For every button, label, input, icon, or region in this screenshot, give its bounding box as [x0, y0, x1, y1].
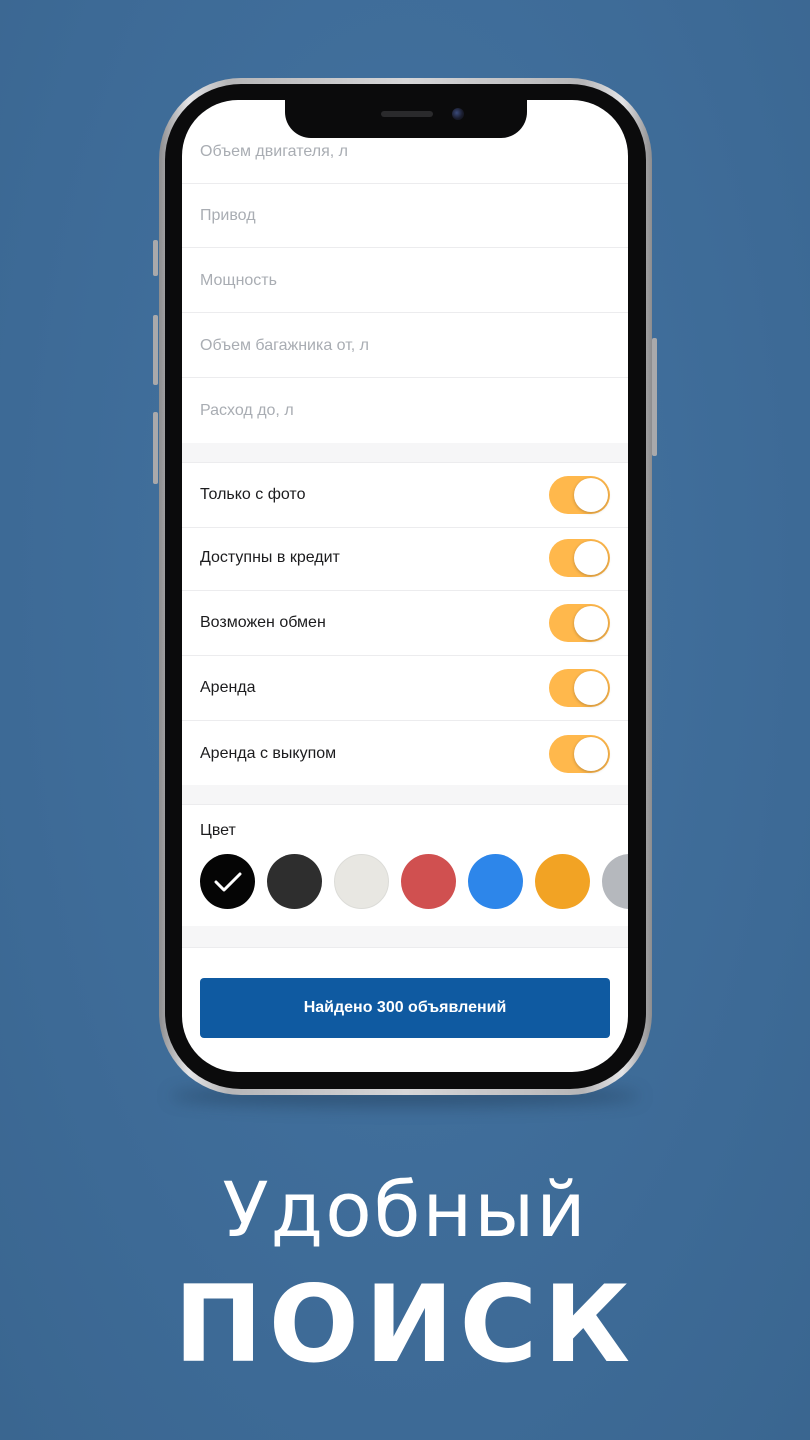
engine-volume-label: Объем двигателя, л — [200, 142, 348, 160]
color-swatch-white[interactable] — [334, 854, 389, 909]
toggle-label-rent-buyout: Аренда с выкупом — [200, 744, 337, 762]
toggle-knob — [574, 736, 608, 771]
phone-notch — [285, 100, 527, 138]
power-button — [652, 338, 657, 456]
toggle-label-rent: Аренда — [200, 679, 256, 696]
color-swatch-dark-gray[interactable] — [267, 854, 322, 909]
checkmark-icon — [214, 872, 242, 892]
section-divider — [182, 443, 628, 463]
consumption-label: Расход до, л — [200, 402, 294, 419]
trunk-volume-label: Объем багажника от, л — [200, 336, 369, 354]
photo-only-toggle[interactable] — [549, 476, 610, 514]
toggle-label-credit: Доступны в кредит — [200, 549, 340, 566]
toggle-knob — [574, 478, 608, 512]
toggle-knob — [574, 606, 608, 640]
exchange-toggle[interactable] — [549, 604, 610, 642]
toggle-row-rent-buyout: Аренда с выкупом — [182, 721, 628, 786]
toggle-knob — [574, 541, 608, 575]
color-swatch-red[interactable] — [401, 854, 456, 909]
filter-screen: Объем двигателя, л Привод Мощность Объем… — [182, 100, 628, 1072]
color-swatch-orange[interactable] — [535, 854, 590, 909]
camera-icon — [452, 108, 464, 120]
show-results-button[interactable]: Найдено 300 объявлений — [200, 978, 610, 1038]
toggle-label-exchange: Возможен обмен — [200, 614, 326, 631]
toggle-row-credit: Доступны в кредит — [182, 526, 628, 591]
mute-switch — [153, 240, 158, 276]
toggle-knob — [574, 671, 608, 705]
credit-toggle[interactable] — [549, 539, 610, 577]
color-swatch-blue[interactable] — [468, 854, 523, 909]
promo-headline-line1: Удобный — [222, 1165, 588, 1254]
consumption-field[interactable]: Расход до, л — [182, 379, 628, 443]
power-label: Мощность — [200, 271, 277, 289]
volume-down-button — [153, 412, 158, 484]
trunk-volume-field[interactable]: Объем багажника от, л — [182, 314, 628, 378]
color-swatch-black[interactable] — [200, 854, 255, 909]
speaker-grille — [381, 111, 433, 117]
color-section-title: Цвет — [200, 822, 236, 839]
section-divider — [182, 785, 628, 805]
promo-headline-line2: ПОИСК — [174, 1263, 636, 1386]
toggle-row-exchange: Возможен обмен — [182, 591, 628, 656]
toggle-label-photo: Только с фото — [200, 486, 306, 503]
drive-label: Привод — [200, 206, 256, 224]
volume-up-button — [153, 315, 158, 385]
drive-field[interactable]: Привод — [182, 184, 628, 248]
power-field[interactable]: Мощность — [182, 249, 628, 313]
color-swatch-silver[interactable] — [602, 854, 628, 909]
toggle-row-photo: Только с фото — [182, 463, 628, 528]
rent-buyout-toggle[interactable] — [549, 734, 610, 773]
toggle-row-rent: Аренда — [182, 656, 628, 721]
rent-toggle[interactable] — [549, 669, 610, 707]
section-divider — [182, 926, 628, 948]
